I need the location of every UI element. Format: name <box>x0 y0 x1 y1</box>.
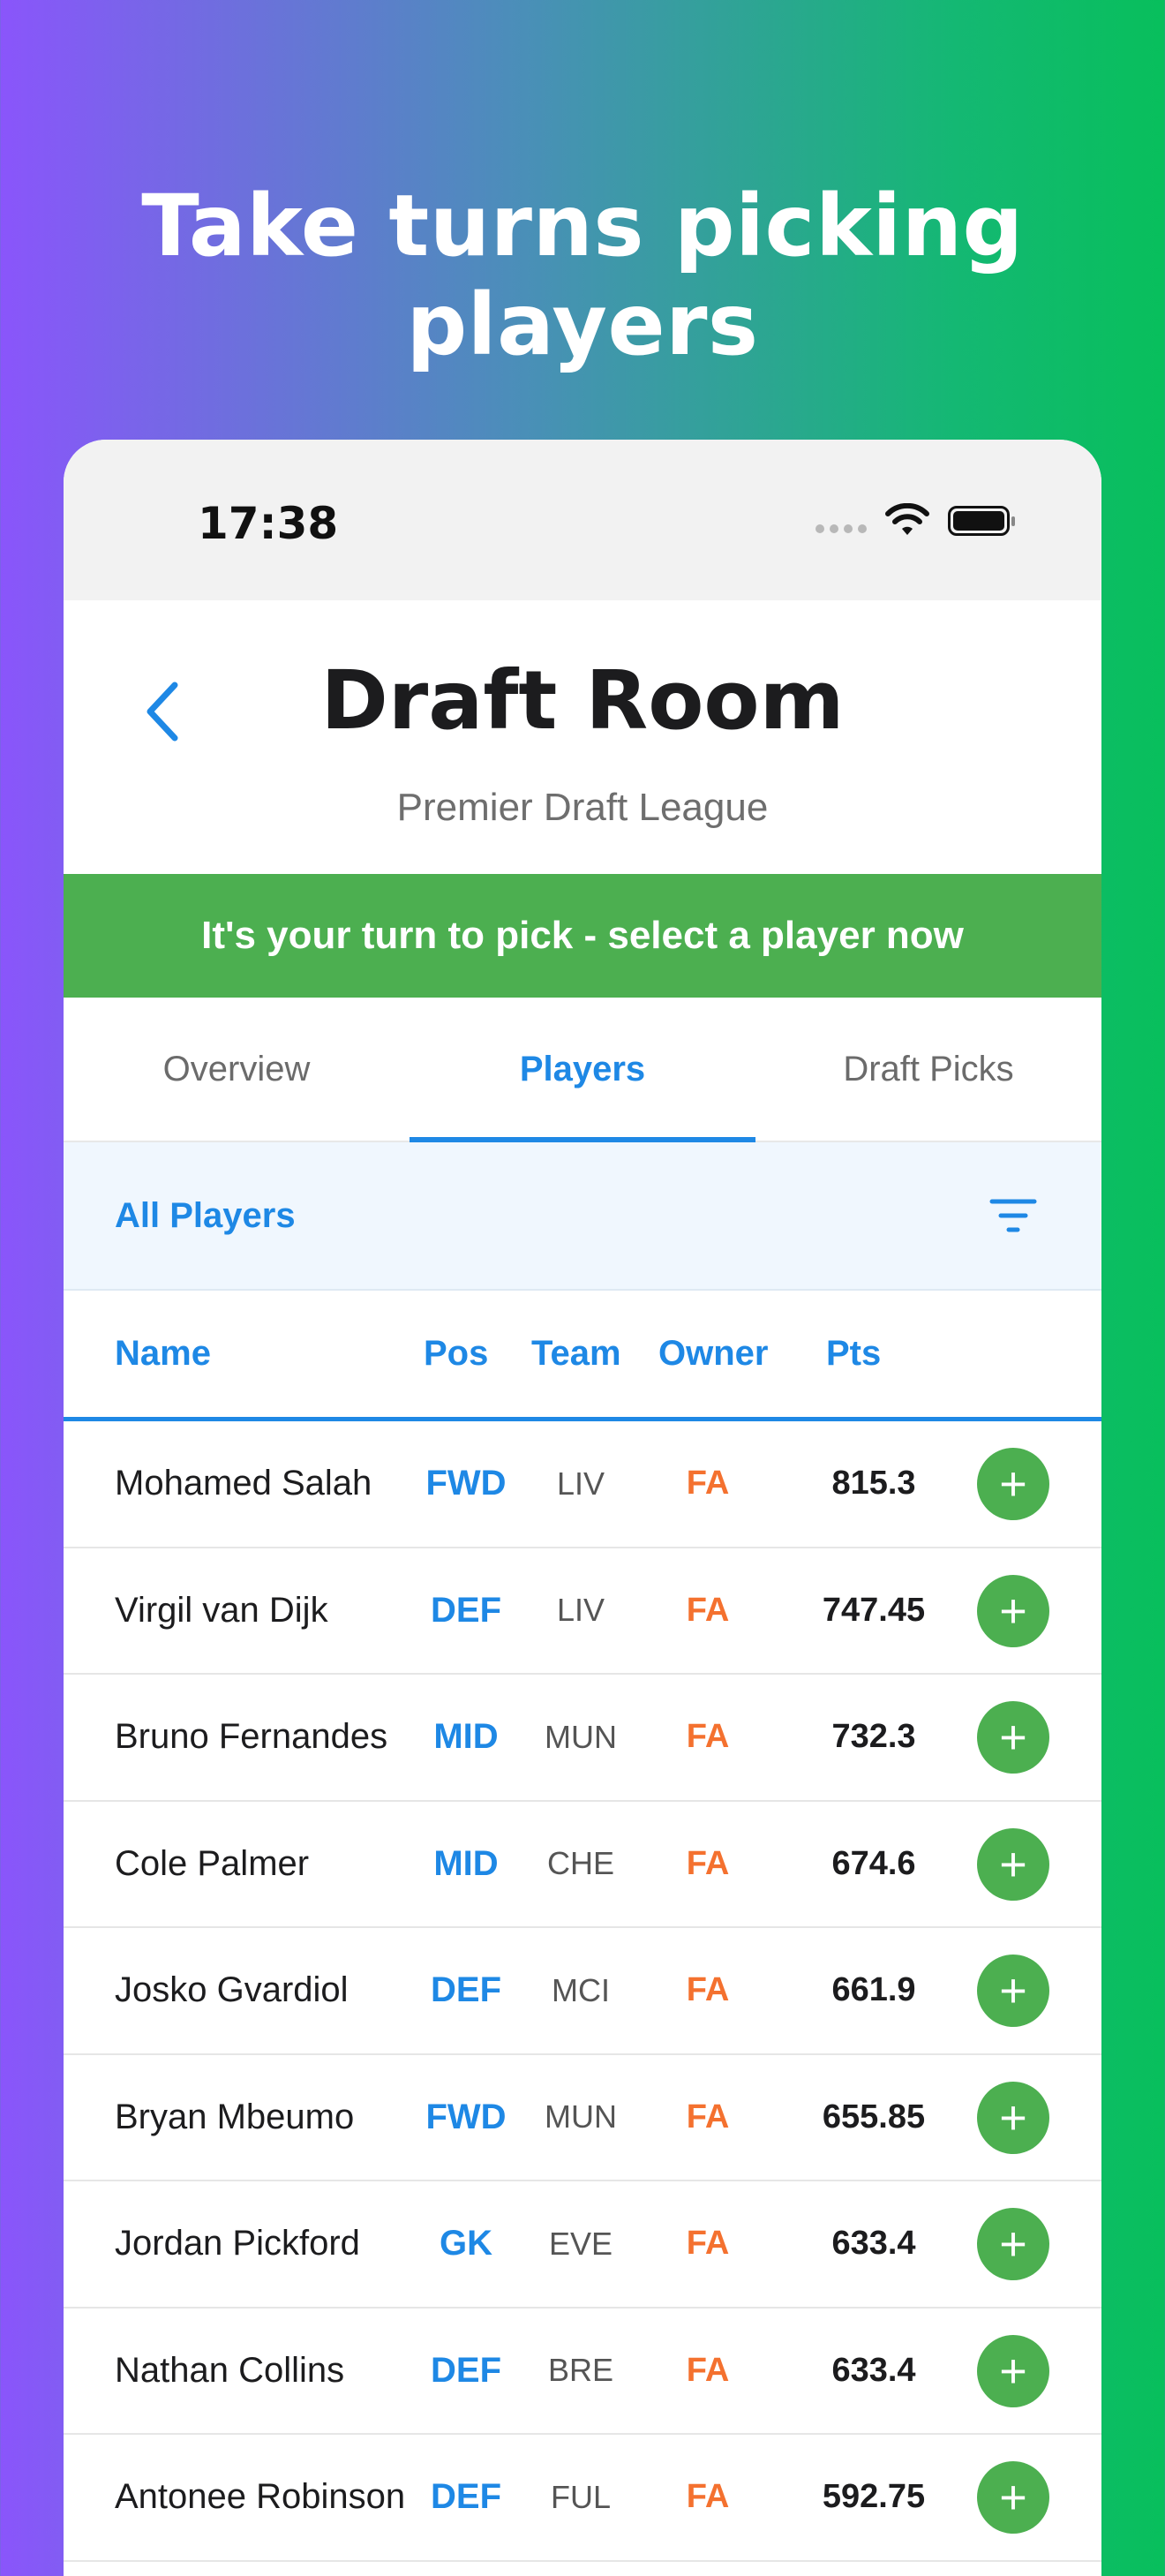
player-position: MID <box>433 1717 499 1757</box>
header-pts[interactable]: Pts <box>826 1334 881 1374</box>
tab-overview[interactable]: Overview <box>64 998 410 1141</box>
signal-dots-icon <box>816 524 867 533</box>
table-row: Jordan Pickford GK EVE FA 633.4 + <box>64 2181 1101 2309</box>
player-position: DEF <box>431 2477 501 2517</box>
player-team: MUN <box>545 2098 617 2135</box>
status-time: 17:38 <box>198 498 339 549</box>
marketing-headline: Take turns picking players <box>141 177 1024 374</box>
add-player-button[interactable]: + <box>977 1448 1049 1520</box>
table-row: Virgil van Dijk DEF LIV FA 747.45 + <box>64 1548 1101 1675</box>
player-name: Antonee Robinson <box>115 2477 406 2517</box>
header-name[interactable]: Name <box>115 1334 432 1374</box>
filter-bar: All Players <box>64 1142 1101 1291</box>
table-row: Bryan Mbeumo FWD MUN FA 655.85 + <box>64 2055 1101 2181</box>
page-title: Draft Room <box>320 653 845 748</box>
add-player-button[interactable]: + <box>977 1701 1049 1774</box>
player-team: MCI <box>552 1971 610 2008</box>
add-player-button[interactable]: + <box>977 1827 1049 1901</box>
add-player-button[interactable]: + <box>977 2334 1049 2407</box>
player-position: DEF <box>431 1970 501 2010</box>
table-header: Name Pos Team Owner Pts <box>64 1291 1101 1421</box>
player-owner: FA <box>686 2225 730 2263</box>
status-bar: 17:38 <box>64 440 1101 600</box>
player-points: 674.6 <box>831 1844 916 1882</box>
player-owner: FA <box>686 1718 730 1756</box>
table-row: Cole Palmer MID CHE FA 674.6 + <box>64 1802 1101 1928</box>
player-name: Bryan Mbeumo <box>115 2097 355 2136</box>
player-team: LIV <box>556 1465 605 1502</box>
player-owner: FA <box>686 1591 730 1629</box>
player-owner: FA <box>686 2478 730 2516</box>
battery-icon <box>948 506 1015 536</box>
player-list: Mohamed Salah FWD LIV FA 815.3 + Virgil … <box>64 1421 1101 2562</box>
player-position: DEF <box>431 2350 501 2390</box>
player-name: Virgil van Dijk <box>115 1590 328 1630</box>
table-row: Nathan Collins DEF BRE FA 633.4 + <box>64 2309 1101 2435</box>
player-name: Mohamed Salah <box>115 1464 372 1503</box>
player-team: EVE <box>548 2225 613 2262</box>
phone-screen: 17:38 Draft Room Premier Draft League It… <box>64 440 1101 2576</box>
player-name: Josko Gvardiol <box>115 1970 349 2010</box>
player-points: 655.85 <box>822 2098 926 2135</box>
player-team: FUL <box>550 2478 611 2515</box>
tab-draft-picks[interactable]: Draft Picks <box>755 998 1101 1141</box>
player-team: BRE <box>547 2352 614 2389</box>
turn-banner: It's your turn to pick - select a player… <box>64 874 1101 998</box>
tab-bar: Overview Players Draft Picks <box>64 998 1101 1142</box>
header-pos[interactable]: Pos <box>424 1334 488 1374</box>
header-team[interactable]: Team <box>531 1334 621 1374</box>
table-row: Bruno Fernandes MID MUN FA 732.3 + <box>64 1675 1101 1802</box>
player-position: GK <box>440 2224 492 2263</box>
player-owner: FA <box>686 1971 730 2009</box>
nav-bar: Draft Room Premier Draft League <box>64 600 1101 874</box>
add-player-button[interactable]: + <box>977 1955 1049 2027</box>
player-name: Nathan Collins <box>115 2350 345 2390</box>
add-player-button[interactable]: + <box>977 1574 1049 1647</box>
player-points: 633.4 <box>831 2225 916 2263</box>
player-owner: FA <box>686 1465 730 1503</box>
filter-selector[interactable]: All Players <box>115 1196 296 1236</box>
add-player-button[interactable]: + <box>977 2461 1049 2534</box>
player-points: 661.9 <box>831 1971 916 2009</box>
wifi-icon <box>885 503 929 535</box>
player-team: MUN <box>545 1718 617 1755</box>
add-player-button[interactable]: + <box>977 2081 1049 2154</box>
player-points: 592.75 <box>822 2478 926 2516</box>
player-points: 747.45 <box>822 1591 926 1629</box>
header-owner[interactable]: Owner <box>658 1334 768 1374</box>
player-points: 815.3 <box>831 1465 916 1503</box>
player-name: Cole Palmer <box>115 1843 310 1883</box>
player-name: Bruno Fernandes <box>115 1717 388 1757</box>
player-team: LIV <box>556 1592 605 1629</box>
player-points: 633.4 <box>831 2351 916 2389</box>
player-team: CHE <box>546 1845 614 1882</box>
player-points: 732.3 <box>831 1718 916 1756</box>
table-row: Mohamed Salah FWD LIV FA 815.3 + <box>64 1421 1101 1548</box>
player-position: DEF <box>431 1590 501 1630</box>
player-position: MID <box>433 1843 499 1883</box>
league-subtitle: Premier Draft League <box>396 786 769 829</box>
status-icons <box>816 503 1015 539</box>
player-owner: FA <box>686 1844 730 1882</box>
filter-icon[interactable] <box>988 1196 1038 1235</box>
player-owner: FA <box>686 2098 730 2135</box>
player-name: Jordan Pickford <box>115 2224 360 2263</box>
player-owner: FA <box>686 2351 730 2389</box>
player-position: FWD <box>425 1464 507 1503</box>
tab-players[interactable]: Players <box>410 998 755 1142</box>
add-player-button[interactable]: + <box>977 2208 1049 2280</box>
table-row: Josko Gvardiol DEF MCI FA 661.9 + <box>64 1928 1101 2055</box>
table-row: Antonee Robinson DEF FUL FA 592.75 + <box>64 2435 1101 2562</box>
player-position: FWD <box>425 2097 507 2136</box>
